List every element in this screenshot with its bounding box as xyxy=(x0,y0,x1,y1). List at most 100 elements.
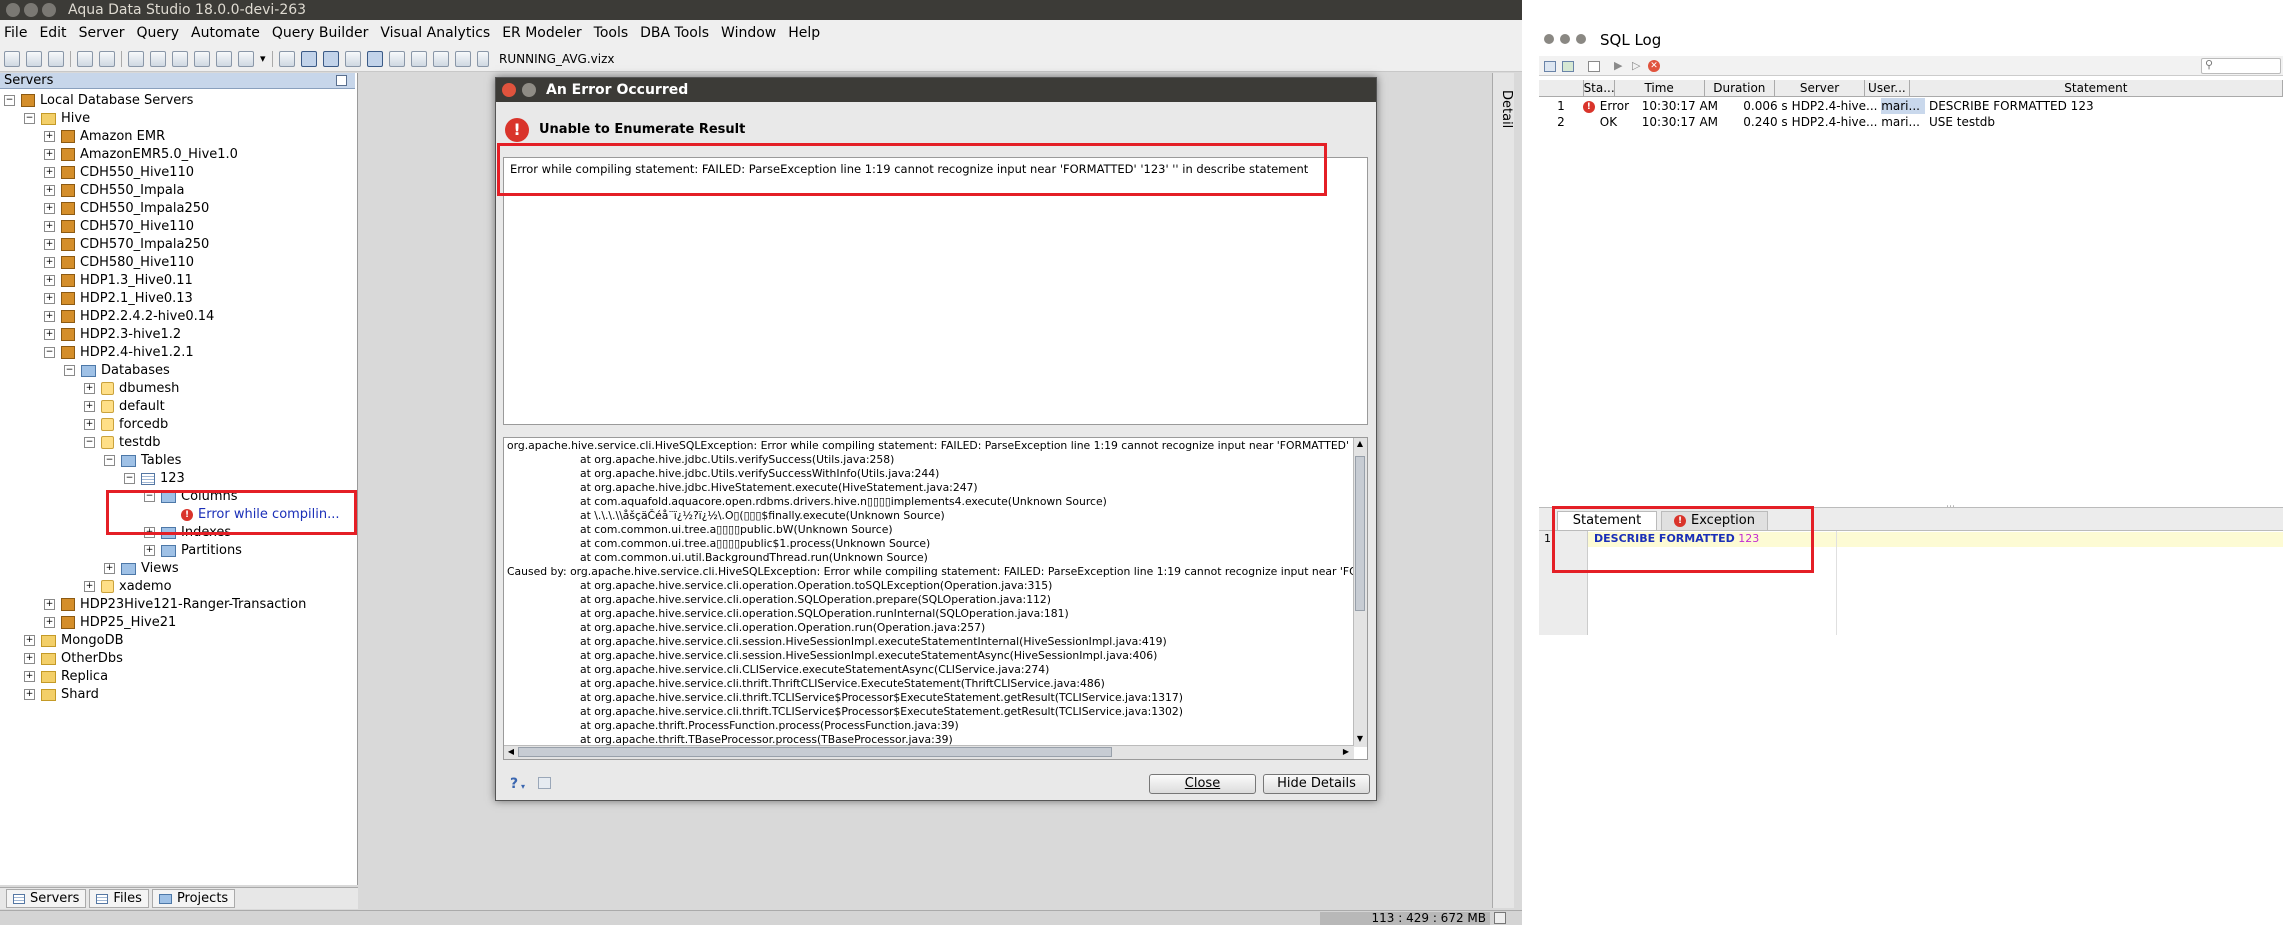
tree-node[interactable]: + HDP2.2.4.2-hive0.14 xyxy=(4,308,356,326)
tree-node[interactable]: + Shard xyxy=(4,686,356,704)
dropdown-icon[interactable]: ▾ xyxy=(260,52,266,66)
import-icon[interactable] xyxy=(433,50,449,67)
maximize-window-icon[interactable] xyxy=(42,3,56,17)
collapse-icon[interactable]: − xyxy=(24,113,35,124)
close-window-icon[interactable] xyxy=(6,3,20,17)
tree-node[interactable]: + Partitions xyxy=(4,542,356,560)
trace-vertical-thumb[interactable] xyxy=(1355,456,1365,611)
log-row[interactable]: 1! Error 10:30:17 AM 0.006 s HDP2.4-hive... m… xyxy=(1539,98,2283,114)
collapse-icon[interactable]: − xyxy=(84,437,95,448)
sql-log-minimize-icon[interactable] xyxy=(1560,34,1570,44)
tree-node[interactable]: + Views xyxy=(4,560,356,578)
query-window-icon[interactable] xyxy=(128,50,144,67)
collapse-icon[interactable]: − xyxy=(124,473,135,484)
help-icon[interactable]: ? xyxy=(510,776,518,792)
copy-icon[interactable] xyxy=(538,777,551,789)
tree-node[interactable]: − 123 xyxy=(4,470,356,488)
expand-icon[interactable]: + xyxy=(84,383,95,394)
tree-node[interactable]: + forcedb xyxy=(4,416,356,434)
memory-indicator[interactable]: 113 : 429 : 672 MB xyxy=(1320,912,1490,925)
sql-log-close-icon[interactable] xyxy=(1544,34,1554,44)
tree-node[interactable]: + HDP23Hive121-Ranger-Transaction xyxy=(4,596,356,614)
detail-tab[interactable]: Detail xyxy=(1499,90,1514,128)
browser-icon[interactable] xyxy=(194,50,210,67)
expand-icon[interactable]: + xyxy=(44,311,55,322)
garbage-collect-icon[interactable] xyxy=(1494,912,1506,924)
expand-icon[interactable]: + xyxy=(44,221,55,232)
expand-icon[interactable]: + xyxy=(84,419,95,430)
table-view-icon[interactable] xyxy=(367,50,383,67)
tree-node[interactable]: − testdb xyxy=(4,434,356,452)
tab-servers[interactable]: Servers xyxy=(6,889,87,908)
menu-item-server[interactable]: Server xyxy=(79,25,125,41)
tree-node[interactable]: − Local Database Servers xyxy=(4,92,356,110)
column-header[interactable]: Time xyxy=(1614,80,1705,97)
column-header[interactable]: Sta... xyxy=(1583,80,1615,97)
tools-icon[interactable] xyxy=(99,50,115,67)
sql-log-run-icon[interactable]: ▶ xyxy=(1614,59,1622,72)
expand-icon[interactable]: + xyxy=(44,203,55,214)
expand-icon[interactable]: + xyxy=(24,635,35,646)
tree-node[interactable]: − Databases xyxy=(4,362,356,380)
minimize-window-icon[interactable] xyxy=(24,3,38,17)
expand-icon[interactable]: + xyxy=(44,167,55,178)
tree-node[interactable]: + HDP2.1_Hive0.13 xyxy=(4,290,356,308)
scroll-up-icon[interactable]: ▲ xyxy=(1354,438,1366,450)
log-row[interactable]: 2 OK 10:30:17 AM 0.240 s HDP2.4-hive... mari.… xyxy=(1539,114,2283,130)
sql-log-export-icon[interactable] xyxy=(1562,61,1574,72)
tree-node[interactable]: + Amazon EMR xyxy=(4,128,356,146)
expand-icon[interactable]: + xyxy=(44,275,55,286)
tree-node[interactable]: + HDP25_Hive21 xyxy=(4,614,356,632)
tree-node[interactable]: + CDH570_Hive110 xyxy=(4,218,356,236)
tree-node[interactable]: + dbumesh xyxy=(4,380,356,398)
collapse-icon[interactable]: − xyxy=(44,347,55,358)
expand-icon[interactable]: + xyxy=(24,653,35,664)
close-button[interactable]: Close xyxy=(1149,774,1256,794)
tree-node[interactable]: + CDH550_Hive110 xyxy=(4,164,356,182)
tree-node[interactable]: + Replica xyxy=(4,668,356,686)
expand-icon[interactable]: + xyxy=(84,401,95,412)
column-header[interactable] xyxy=(1539,80,1584,97)
column-header[interactable]: User... xyxy=(1865,80,1910,97)
collapse-icon[interactable]: − xyxy=(104,455,115,466)
menu-item-file[interactable]: File xyxy=(4,25,27,41)
menu-item-query-builder[interactable]: Query Builder xyxy=(272,25,369,41)
menu-item-query[interactable]: Query xyxy=(136,25,179,41)
menu-item-window[interactable]: Window xyxy=(721,25,776,41)
menu-item-help[interactable]: Help xyxy=(788,25,820,41)
menu-item-tools[interactable]: Tools xyxy=(594,25,629,41)
new-server-icon[interactable] xyxy=(4,50,20,67)
save-icon[interactable] xyxy=(48,50,64,67)
page-icon[interactable] xyxy=(238,50,254,67)
folder-icon[interactable] xyxy=(345,50,361,67)
expand-icon[interactable]: + xyxy=(44,239,55,250)
expand-icon[interactable]: + xyxy=(104,563,115,574)
results-icon[interactable] xyxy=(389,50,405,67)
column-header[interactable]: Duration xyxy=(1704,80,1775,97)
dialog-close-icon[interactable] xyxy=(502,83,516,97)
layout-icon[interactable] xyxy=(279,50,295,67)
tree-node[interactable]: + AmazonEMR5.0_Hive1.0 xyxy=(4,146,356,164)
tree-node[interactable]: + xademo xyxy=(4,578,356,596)
expand-icon[interactable]: + xyxy=(44,131,55,142)
expand-icon[interactable]: + xyxy=(24,689,35,700)
sql-log-clear-icon[interactable]: ✕ xyxy=(1648,60,1660,72)
expand-icon[interactable]: + xyxy=(44,617,55,628)
edit-icon[interactable] xyxy=(77,50,93,67)
tab-files[interactable]: Files xyxy=(89,889,149,908)
tree-node[interactable]: + CDH570_Impala250 xyxy=(4,236,356,254)
collapse-icon[interactable]: − xyxy=(64,365,75,376)
menu-item-dba-tools[interactable]: DBA Tools xyxy=(640,25,709,41)
sql-log-step-icon[interactable]: ▷ xyxy=(1632,59,1640,72)
trace-horizontal-thumb[interactable] xyxy=(518,747,1112,757)
tree-node[interactable]: + MongoDB xyxy=(4,632,356,650)
menu-item-edit[interactable]: Edit xyxy=(39,25,66,41)
expand-icon[interactable]: + xyxy=(144,545,155,556)
expand-icon[interactable]: + xyxy=(84,581,95,592)
export-icon[interactable] xyxy=(411,50,427,67)
expand-icon[interactable]: + xyxy=(44,257,55,268)
dialog-minimize-icon[interactable] xyxy=(522,83,536,97)
column-header[interactable]: Statement xyxy=(1909,80,2283,97)
open-icon[interactable] xyxy=(26,50,42,67)
tree-node[interactable]: + CDH580_Hive110 xyxy=(4,254,356,272)
